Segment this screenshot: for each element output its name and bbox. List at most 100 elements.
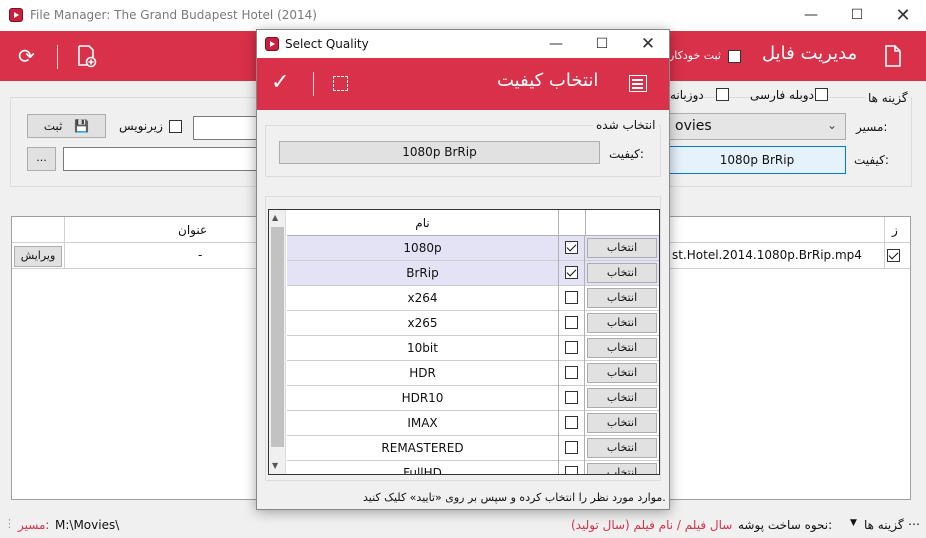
scroll-down-icon[interactable]: ▼ xyxy=(272,461,278,470)
col-divider xyxy=(585,210,586,236)
bilingual-checkbox[interactable] xyxy=(716,88,729,101)
quality-row[interactable]: 10bit انتخاب xyxy=(287,336,659,361)
select-button-cell: انتخاب xyxy=(585,311,659,336)
quality-grid: ▲ ▼ نام 1080p انتخاب BrRip انتخاب x264 انتخاب… xyxy=(268,209,660,475)
select-button-cell: انتخاب xyxy=(585,336,659,361)
caret-down-icon[interactable]: ▼ xyxy=(850,518,857,528)
dialog-hint: موارد مورد نظر را انتخاب کرده و سپس بر ر… xyxy=(363,491,666,504)
quality-row[interactable]: FullHD انتخاب xyxy=(287,461,659,474)
row-title: - xyxy=(198,248,203,262)
quality-checkbox-cell xyxy=(559,386,585,411)
quality-checkbox[interactable] xyxy=(565,441,578,454)
status-path-value: M:\Movies\ xyxy=(55,518,120,532)
select-button[interactable]: انتخاب xyxy=(587,413,657,433)
quality-name: HDR xyxy=(287,361,559,386)
quality-checkbox[interactable] xyxy=(565,291,578,304)
status-options-label[interactable]: گزینه ها xyxy=(864,518,904,532)
path-dropdown[interactable]: ovies ⌄ xyxy=(668,113,846,140)
quality-button[interactable]: 1080p BrRip xyxy=(668,146,846,174)
quality-checkbox-cell xyxy=(559,361,585,386)
dialog-maximize-icon[interactable]: ☐ xyxy=(579,30,625,58)
select-all-icon[interactable] xyxy=(333,76,348,91)
confirm-check-icon[interactable]: ✓ xyxy=(271,71,289,95)
quality-label: کیفیت: xyxy=(854,153,889,167)
quality-checkbox[interactable] xyxy=(565,466,578,474)
minimize-icon[interactable]: — xyxy=(788,0,834,31)
select-button-cell: انتخاب xyxy=(585,361,659,386)
title-bar: File Manager: The Grand Budapest Hotel (… xyxy=(0,0,926,31)
quality-row[interactable]: x265 انتخاب xyxy=(287,311,659,336)
quality-row[interactable]: 1080p انتخاب xyxy=(287,236,659,261)
dialog-header-divider xyxy=(313,72,314,96)
subtitle-input[interactable] xyxy=(193,116,257,140)
quality-checkbox[interactable] xyxy=(565,316,578,329)
quality-name: BrRip xyxy=(287,261,559,286)
edit-button[interactable]: ویرایش xyxy=(14,246,62,267)
select-button-cell: انتخاب xyxy=(585,386,659,411)
quality-checkbox-cell xyxy=(559,336,585,361)
browse-button[interactable]: ... xyxy=(27,147,56,171)
quality-checkbox-cell xyxy=(559,411,585,436)
subtitle-checkbox[interactable] xyxy=(169,120,182,133)
quality-name: 10bit xyxy=(287,336,559,361)
quality-row[interactable]: HDR انتخاب xyxy=(287,361,659,386)
select-button[interactable]: انتخاب xyxy=(587,313,657,333)
quality-row[interactable]: REMASTERED انتخاب xyxy=(287,436,659,461)
maximize-icon[interactable]: ☐ xyxy=(834,0,880,31)
folder-mode-label: نحوه ساخت پوشه: xyxy=(738,518,833,532)
quality-name: HDR10 xyxy=(287,386,559,411)
quality-checkbox-cell xyxy=(559,236,585,261)
select-button[interactable]: انتخاب xyxy=(587,363,657,383)
select-button-cell: انتخاب xyxy=(585,261,659,286)
quality-name: x265 xyxy=(287,311,559,336)
save-button-label: ثبت xyxy=(43,119,63,133)
refresh-icon[interactable]: ⟳ xyxy=(18,44,35,68)
select-button[interactable]: انتخاب xyxy=(587,438,657,458)
dialog-header: ✓ انتخاب کیفیت xyxy=(257,58,669,110)
quality-checkbox[interactable] xyxy=(565,241,578,254)
select-button[interactable]: انتخاب xyxy=(587,463,657,474)
scrollbar-thumb[interactable] xyxy=(271,227,284,447)
select-button-cell: انتخاب xyxy=(585,236,659,261)
file-path-input[interactable] xyxy=(63,147,257,171)
quality-checkbox[interactable] xyxy=(565,391,578,404)
quality-row[interactable]: IMAX انتخاب xyxy=(287,411,659,436)
document-icon xyxy=(883,44,903,73)
chevron-down-icon: ⌄ xyxy=(827,118,838,132)
save-button[interactable]: ثبت 💾 xyxy=(27,114,106,138)
quality-checkbox[interactable] xyxy=(565,266,578,279)
header-divider xyxy=(57,45,58,69)
quality-name: REMASTERED xyxy=(287,436,559,461)
dialog-minimize-icon[interactable]: — xyxy=(533,30,579,58)
select-button[interactable]: انتخاب xyxy=(587,263,657,283)
select-button[interactable]: انتخاب xyxy=(587,338,657,358)
scroll-up-icon[interactable]: ▲ xyxy=(272,213,278,222)
quality-checkbox[interactable] xyxy=(565,416,578,429)
row-file-name: st.Hotel.2014.1080p.BrRip.mp4 xyxy=(672,248,862,262)
status-bar: مسیر: ⋮ M:\Movies\ سال فیلم / نام فیلم (… xyxy=(0,514,926,538)
path-dropdown-value: ovies xyxy=(675,118,712,134)
main-header-title: مدیریت فایل xyxy=(762,43,858,64)
quality-row[interactable]: BrRip انتخاب xyxy=(287,261,659,286)
select-button[interactable]: انتخاب xyxy=(587,388,657,408)
new-file-icon[interactable] xyxy=(74,44,98,73)
row-checkbox[interactable] xyxy=(887,249,900,262)
quality-checkbox[interactable] xyxy=(565,366,578,379)
quality-row[interactable]: HDR10 انتخاب xyxy=(287,386,659,411)
select-button[interactable]: انتخاب xyxy=(587,288,657,308)
select-button-cell: انتخاب xyxy=(585,286,659,311)
dialog-close-icon[interactable]: ✕ xyxy=(625,30,671,58)
quality-row[interactable]: x264 انتخاب xyxy=(287,286,659,311)
auto-save-checkbox[interactable] xyxy=(728,50,741,63)
list-icon xyxy=(629,75,647,92)
quality-checkbox-cell xyxy=(559,461,585,474)
vertical-scrollbar[interactable]: ▲ ▼ xyxy=(269,210,286,474)
more-icon[interactable]: ⋯ xyxy=(908,517,920,531)
quality-checkbox[interactable] xyxy=(565,341,578,354)
select-button[interactable]: انتخاب xyxy=(587,238,657,258)
persian-dub-checkbox[interactable] xyxy=(815,88,828,101)
quality-name: 1080p xyxy=(287,236,559,261)
close-icon[interactable]: ✕ xyxy=(880,0,926,31)
selected-quality-field: 1080p BrRip xyxy=(279,141,600,164)
quality-checkbox-cell xyxy=(559,311,585,336)
